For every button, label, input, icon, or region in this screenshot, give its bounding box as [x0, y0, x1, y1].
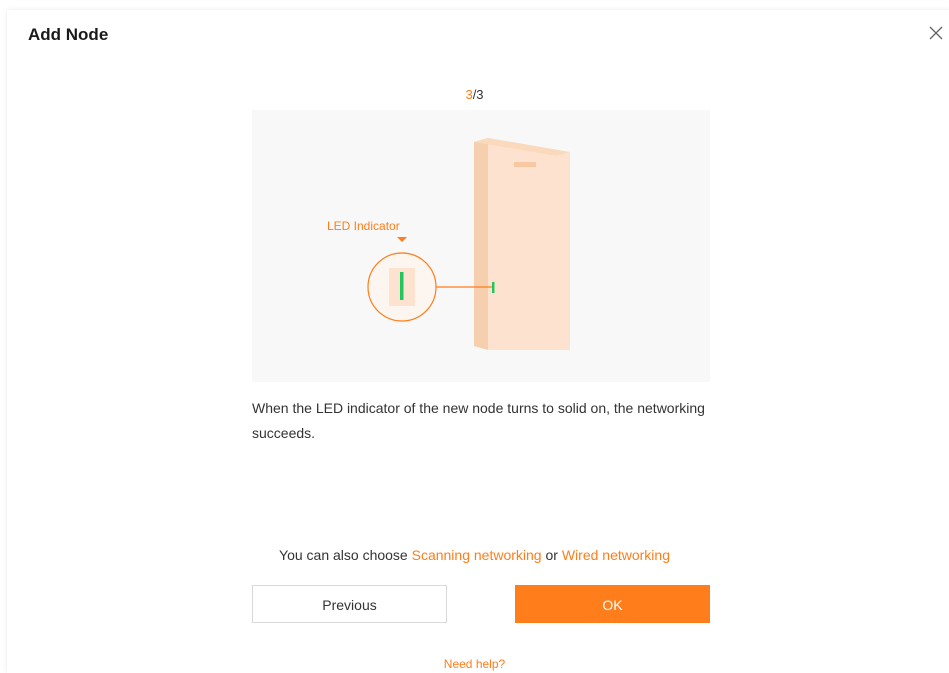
zoomed-led-icon	[400, 272, 404, 300]
scanning-networking-link[interactable]: Scanning networking	[412, 547, 542, 563]
node-device-illustration	[367, 138, 570, 350]
step-total: /3	[472, 87, 484, 102]
wired-networking-link[interactable]: Wired networking	[562, 547, 670, 563]
arrow-down-icon	[397, 237, 407, 242]
close-icon[interactable]	[927, 24, 945, 42]
dialog-title: Add Node	[28, 25, 109, 44]
led-illustration: LED Indicator	[252, 110, 710, 382]
step-current: 3	[465, 87, 473, 102]
instruction-text: When the LED indicator of the new node t…	[252, 400, 705, 441]
ok-button[interactable]: OK	[515, 585, 710, 623]
alt-prefix: You can also choose	[279, 547, 412, 563]
step-indicator: 3/3	[0, 87, 949, 102]
need-help-link[interactable]: Need help?	[0, 657, 949, 671]
alternative-options: You can also choose Scanning networking …	[0, 547, 949, 563]
device-led-icon	[492, 282, 495, 293]
previous-button[interactable]: Previous	[252, 585, 447, 623]
alt-or: or	[541, 547, 562, 563]
led-indicator-label: LED Indicator	[327, 219, 400, 233]
